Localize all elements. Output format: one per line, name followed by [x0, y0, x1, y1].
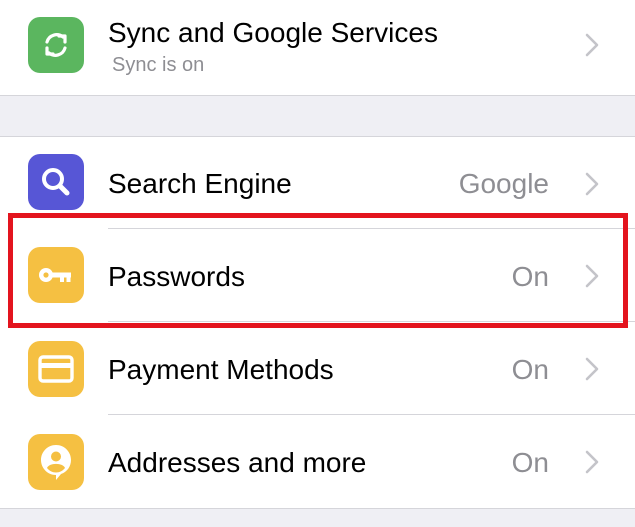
- search-icon: [28, 154, 84, 210]
- payment-methods-label: Payment Methods: [108, 354, 334, 385]
- chevron-right-icon: [585, 172, 599, 196]
- search-engine-label: Search Engine: [108, 168, 292, 199]
- credit-card-icon: [28, 341, 84, 397]
- passwords-value: On: [511, 261, 549, 292]
- chevron-right-icon: [585, 450, 599, 474]
- addresses-value: On: [511, 447, 549, 478]
- chevron-right-icon: [585, 33, 599, 57]
- search-engine-value: Google: [458, 168, 549, 199]
- sync-icon: [28, 17, 84, 73]
- address-pin-icon: [28, 434, 84, 490]
- sync-group: Sync and Google Services Sync is on: [0, 0, 635, 96]
- payment-methods-value: On: [511, 354, 549, 385]
- addresses-row[interactable]: Addresses and more On: [0, 415, 635, 508]
- passwords-label: Passwords: [108, 261, 245, 292]
- search-engine-row[interactable]: Search Engine Google: [0, 137, 635, 229]
- settings-group: Search Engine Google Passwords On Paymen…: [0, 136, 635, 509]
- sync-title: Sync and Google Services: [108, 17, 438, 48]
- chevron-right-icon: [585, 264, 599, 288]
- chevron-right-icon: [585, 357, 599, 381]
- key-icon: [28, 247, 84, 303]
- payment-methods-row[interactable]: Payment Methods On: [0, 322, 635, 415]
- passwords-row[interactable]: Passwords On: [0, 229, 635, 322]
- sync-row[interactable]: Sync and Google Services Sync is on: [0, 0, 635, 95]
- addresses-label: Addresses and more: [108, 447, 367, 478]
- sync-subtitle: Sync is on: [112, 54, 205, 76]
